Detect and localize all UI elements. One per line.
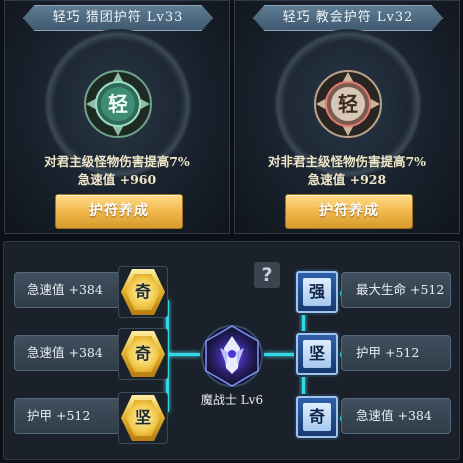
amulet-card-hunter: 轻巧 猎团护符 Lv33 轻 对君主级怪物伤害提高7% 急速值 +960 护符养… (4, 0, 230, 234)
talent-node-blue[interactable]: 奇 (296, 396, 338, 438)
talent-slot-right-1[interactable]: 最大生命 +512 (341, 272, 451, 308)
red-amulet-icon[interactable]: 轻 (313, 69, 383, 139)
talent-node-blue[interactable]: 坚 (296, 333, 338, 375)
node-glyph: 奇 (303, 403, 331, 431)
class-label: 魔战士 Lv6 (200, 393, 264, 407)
talent-slot-right-2[interactable]: 护甲 +512 (341, 335, 451, 371)
amulet-glyph: 轻 (338, 92, 358, 116)
amulet-title: 轻巧 猎团护符 Lv33 (23, 5, 213, 31)
class-node-icon[interactable] (192, 318, 272, 398)
amulet-card-church: 轻巧 教会护符 Lv32 轻 对非君主级怪物伤害提高7% 急速值 +928 护符… (234, 0, 460, 234)
talent-slot-left-2[interactable]: 急速值 +384 (14, 335, 126, 371)
node-glyph: 坚 (303, 340, 331, 368)
talent-slot-left-3[interactable]: 护甲 +512 (14, 398, 126, 434)
node-glyph: 强 (303, 278, 331, 306)
green-amulet-icon[interactable]: 轻 (83, 69, 153, 139)
amulet-upgrade-button[interactable]: 护符养成 (55, 194, 183, 229)
amulet-effect: 对君主级怪物伤害提高7% (44, 154, 190, 169)
talent-slot-left-1[interactable]: 急速值 +384 (14, 272, 126, 308)
amulet-upgrade-button[interactable]: 护符养成 (285, 194, 413, 229)
node-glyph: 奇 (126, 336, 160, 372)
node-glyph: 坚 (126, 400, 160, 436)
talent-slot-right-3[interactable]: 急速值 +384 (341, 398, 451, 434)
amulet-speed: 急速值 +960 (77, 172, 157, 187)
help-icon[interactable]: ? (254, 262, 280, 288)
amulet-glyph: 轻 (108, 92, 128, 116)
amulet-title: 轻巧 教会护符 Lv32 (253, 5, 443, 31)
talent-node-blue[interactable]: 强 (296, 271, 338, 313)
amulet-speed: 急速值 +928 (307, 172, 387, 187)
amulet-effect: 对非君主级怪物伤害提高7% (267, 154, 427, 169)
node-glyph: 奇 (126, 274, 160, 310)
